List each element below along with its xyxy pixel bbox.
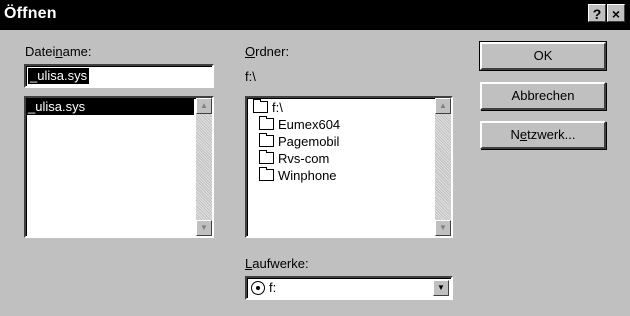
- folder-list-scrollbar[interactable]: ▲ ▼: [435, 98, 451, 236]
- chevron-down-icon[interactable]: ▼: [433, 280, 449, 296]
- title-bar: Öffnen ? ×: [0, 0, 630, 30]
- folder-icon: [259, 116, 274, 130]
- folder-icon: [259, 133, 274, 147]
- scroll-up-icon[interactable]: ▲: [196, 98, 212, 114]
- file-list-item[interactable]: _ulisa.sys: [26, 99, 194, 115]
- scroll-up-icon[interactable]: ▲: [435, 98, 451, 114]
- filename-input[interactable]: _ulisa.sys: [24, 64, 214, 88]
- filename-value: _ulisa.sys: [28, 68, 90, 84]
- scroll-down-icon[interactable]: ▼: [435, 220, 451, 236]
- folder-label: Ordner:: [245, 44, 290, 59]
- folder-item[interactable]: Pagemobil: [259, 133, 339, 150]
- drives-label: Laufwerke:: [245, 256, 309, 271]
- drive-value: f:: [269, 280, 277, 295]
- file-list-scrollbar[interactable]: ▲ ▼: [196, 98, 212, 236]
- drive-select[interactable]: f: ▼: [245, 276, 453, 300]
- ok-button[interactable]: OK: [479, 41, 607, 71]
- folder-list[interactable]: f:\ Eumex604 Pagemobil Rvs-com Winphone …: [245, 96, 453, 238]
- current-folder: f:\: [245, 69, 256, 84]
- drive-icon: [251, 281, 265, 295]
- cancel-button[interactable]: Abbrechen: [480, 82, 606, 110]
- file-list[interactable]: _ulisa.sys ▲ ▼: [24, 96, 214, 238]
- help-button[interactable]: ?: [588, 4, 606, 22]
- dialog-title: Öffnen: [4, 5, 57, 22]
- folder-icon: [259, 150, 274, 164]
- folder-item[interactable]: Eumex604: [259, 116, 340, 133]
- filename-label: Dateiname:: [25, 44, 92, 59]
- folder-item-root[interactable]: f:\: [253, 99, 283, 116]
- folder-icon: [259, 167, 274, 181]
- folder-item[interactable]: Rvs-com: [259, 150, 329, 167]
- scroll-down-icon[interactable]: ▼: [196, 220, 212, 236]
- close-button[interactable]: ×: [607, 4, 625, 22]
- folder-item[interactable]: Winphone: [259, 167, 337, 184]
- open-folder-icon: [253, 99, 268, 113]
- network-button[interactable]: Netzwerk...: [480, 121, 606, 149]
- open-dialog: Öffnen ? × Dateiname: _ulisa.sys _ulisa.…: [0, 0, 630, 316]
